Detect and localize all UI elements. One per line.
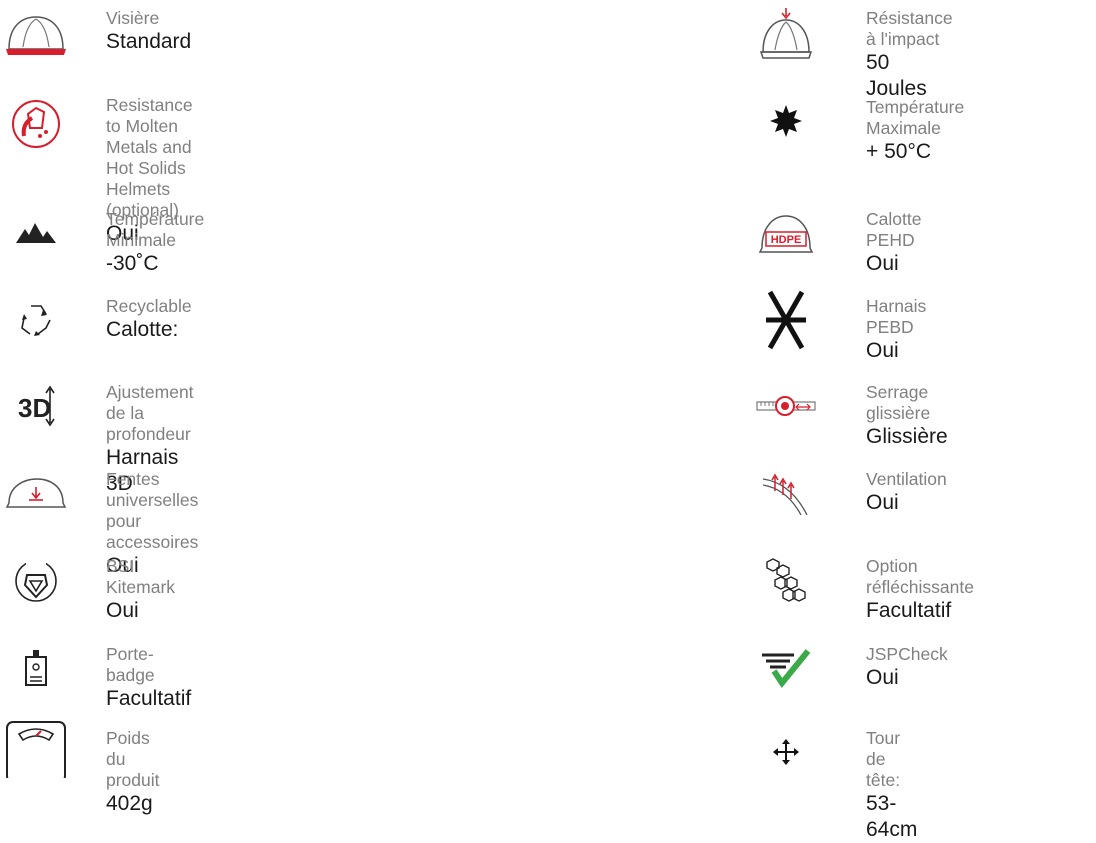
feature-label: Résistance à l'impact [866,8,953,49]
feature-label: Fentes universelles pour accessoires [106,469,199,552]
svg-text:3D: 3D [18,393,51,423]
feature-value: Facultatif [106,687,192,710]
badge-holder-icon [0,638,72,698]
slide-adjust-icon [750,376,822,436]
feature-value: 50 Joules [866,51,927,100]
bsi-kitemark-icon [0,550,72,610]
recycle-icon [0,290,72,350]
feature-value: Standard [106,30,192,53]
feature-value: Facultatif [866,599,952,622]
feature-label: Porte-badge [106,644,155,685]
feature-value: + 50°C [866,140,932,163]
molten-metal-icon [0,94,72,154]
ldpe-harness-icon [750,290,822,350]
helmet-visor-icon [0,4,72,64]
ventilation-icon [750,463,822,523]
weight-scale-icon [0,718,72,778]
feature-label: BSI Kitemark [106,556,176,597]
feature-value: 402g [106,792,153,815]
sun-icon [750,91,822,151]
feature-label: Resistance to Molten Metals and Hot Soli… [106,95,193,220]
feature-label: Recyclable [106,296,192,316]
svg-text:HDPE: HDPE [771,234,802,246]
feature-label: Calotte PEHD [866,209,922,250]
feature-value: Glissière [866,425,948,448]
feature-value: Oui [866,252,899,275]
reflective-option-icon [750,550,822,610]
feature-label: Ventilation [866,469,947,489]
mountains-icon [0,203,72,263]
head-size-icon [750,722,822,782]
feature-label: Ajustement de la profondeur [106,382,194,444]
feature-value: Calotte: [106,318,179,341]
jspcheck-icon [750,638,822,698]
feature-value: Oui [106,599,139,622]
feature-label: Tour de tête: [866,728,901,790]
feature-label: Option réfléchissante [866,556,974,597]
impact-helmet-icon [750,4,822,64]
feature-label: Température Maximale [866,97,965,138]
feature-label: JSPCheck [866,644,948,664]
feature-label: Température Minimale [106,209,205,250]
feature-label: Poids du produit [106,728,160,790]
feature-value: Oui [866,666,899,689]
feature-label: Serrage glissière [866,382,931,423]
3d-depth-icon: 3D [0,376,72,436]
hdpe-shell-icon: HDPE [750,203,822,263]
feature-value: 53-64cm [866,792,918,841]
feature-value: Oui [866,491,899,514]
accessory-slot-icon [0,463,72,523]
feature-label: Harnais PEBD [866,296,927,337]
feature-value: Oui [866,339,899,362]
feature-value: -30˚C [106,252,159,275]
feature-label: Visière [106,8,160,28]
